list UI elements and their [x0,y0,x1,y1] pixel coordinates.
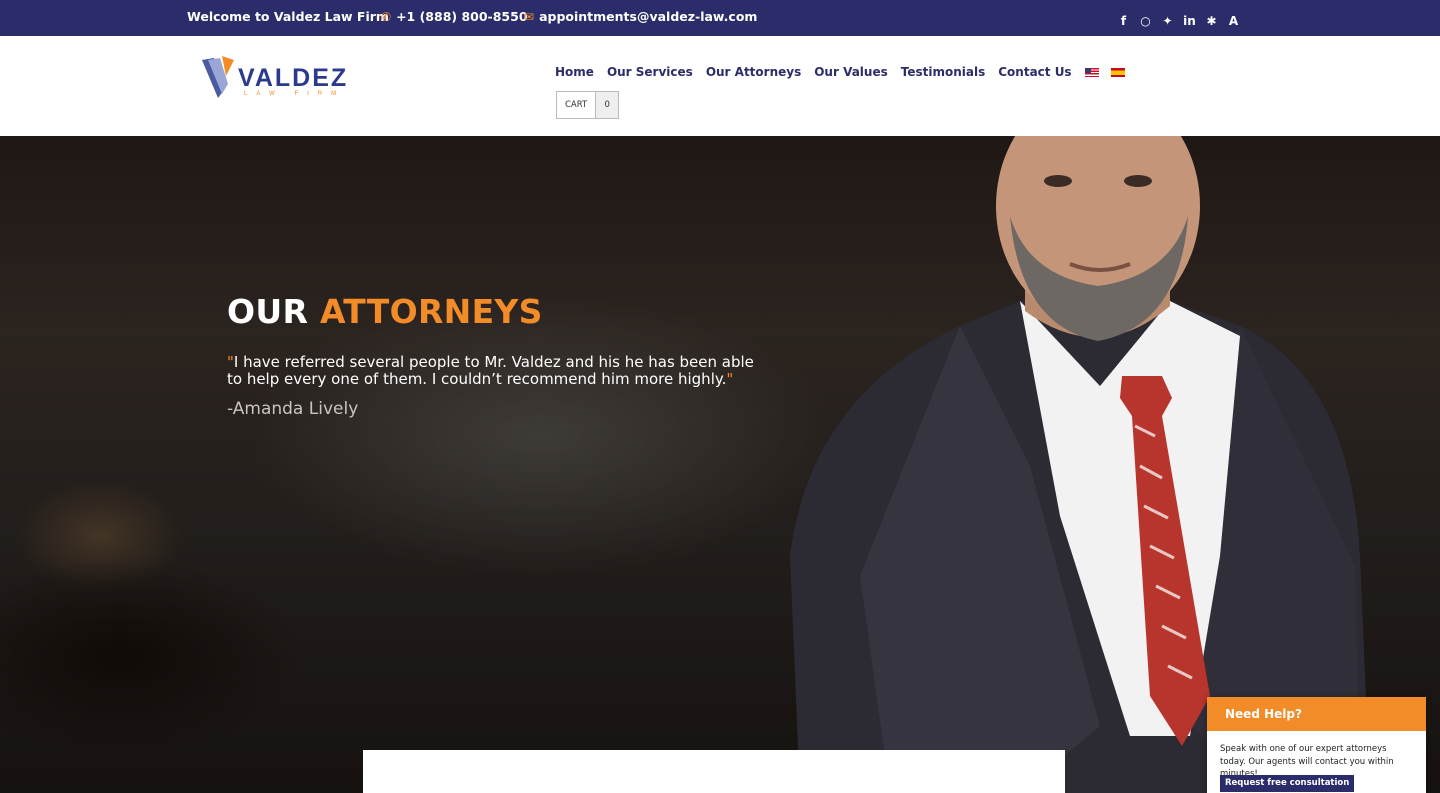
site-header: VALDEZ LAW FIRM Home Our Services Our At… [0,36,1440,136]
nav-home[interactable]: Home [555,65,594,79]
quote-text: I have referred several people to Mr. Va… [227,353,754,388]
nav-our-services[interactable]: Our Services [607,65,693,79]
content-card [363,750,1065,793]
logo-wordmark: VALDEZ [238,64,349,92]
help-widget: Need Help? Speak with one of our expert … [1207,697,1426,793]
spain-flag-icon[interactable] [1110,67,1125,77]
instagram-icon[interactable]: ○ [1139,14,1152,28]
hero-title-white: OUR [227,292,320,331]
us-flag-icon[interactable] [1084,67,1099,77]
site-logo[interactable]: VALDEZ LAW FIRM [200,54,350,100]
linkedin-icon[interactable]: in [1183,14,1196,28]
quote-close-mark: " [726,370,734,388]
quote-open-mark: " [227,353,234,371]
social-links: f ○ ✦ in ✱ A [1117,0,1240,36]
help-text: Speak with one of our expert attorneys t… [1220,744,1394,779]
testimonial-author: -Amanda Lively [227,399,359,419]
phone-link[interactable]: ✆ +1 (888) 800-8550 [381,0,528,36]
nav-our-values[interactable]: Our Values [814,65,888,79]
avvo-icon[interactable]: A [1227,14,1240,28]
cart-button[interactable]: CART 0 [556,91,620,119]
top-bar: Welcome to Valdez Law Firm ✆ +1 (888) 800… [0,0,1440,36]
envelope-icon: ✉ [524,10,535,24]
nav-contact-us[interactable]: Contact Us [998,65,1071,79]
yelp-icon[interactable]: ✱ [1205,14,1218,28]
email-link[interactable]: ✉ appointments@valdez-law.com [524,0,757,36]
cart-count: 0 [596,92,619,118]
phone-number: +1 (888) 800-8550 [396,9,528,24]
attorney-photo [790,136,1370,793]
request-consultation-button[interactable]: Request free consultation [1220,775,1355,792]
hero-title-accent: ATTORNEYS [319,292,543,331]
logo-subtitle: LAW FIRM [244,91,346,97]
cart-label: CART [557,92,597,118]
main-nav: Home Our Services Our Attorneys Our Valu… [555,65,1137,79]
hero-section: OUR ATTORNEYS "I have referred several p… [0,136,1440,793]
shield-logo-icon [202,56,234,98]
nav-testimonials[interactable]: Testimonials [901,65,985,79]
help-title[interactable]: Need Help? [1207,697,1426,731]
phone-icon: ✆ [381,10,392,24]
welcome-text: Welcome to Valdez Law Firm [187,9,389,24]
hero-title: OUR ATTORNEYS [227,292,543,331]
nav-our-attorneys[interactable]: Our Attorneys [706,65,801,79]
twitter-icon[interactable]: ✦ [1161,14,1174,28]
facebook-icon[interactable]: f [1117,14,1130,28]
testimonial-quote: "I have referred several people to Mr. V… [227,354,767,388]
email-address: appointments@valdez-law.com [539,9,758,24]
